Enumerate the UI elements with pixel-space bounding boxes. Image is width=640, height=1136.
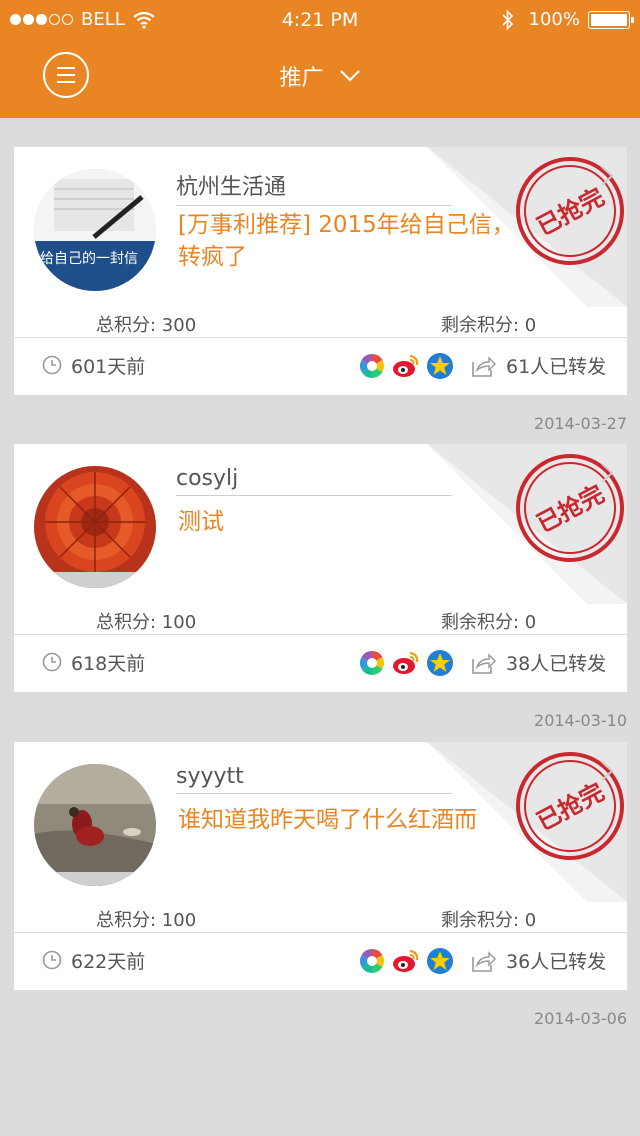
post-date: 2014-03-06 (534, 1009, 627, 1028)
qzone-icon[interactable] (426, 352, 454, 380)
forward-icon (472, 356, 496, 377)
share-icons (358, 352, 460, 380)
share-icons (358, 649, 460, 677)
avatar: 给自己的一封信 (34, 169, 156, 291)
divider (14, 932, 627, 933)
battery-icon (588, 10, 634, 29)
total-points: 总积分: 100 (96, 910, 197, 931)
post-description: 测试 (178, 509, 224, 535)
post-description: 谁知道我昨天喝了什么红酒而 (178, 807, 477, 833)
clock-icon (42, 950, 62, 970)
chevron-down-icon (339, 70, 360, 82)
weibo-icon[interactable] (392, 649, 420, 677)
remaining-points: 剩余积分: 0 (441, 612, 537, 633)
divider (14, 337, 627, 338)
weibo-icon[interactable] (392, 352, 420, 380)
post-date: 2014-03-10 (534, 711, 627, 730)
post-age: 618天前 (71, 653, 146, 675)
post-author: 杭州生活通 (176, 169, 452, 206)
nav-bar: 推广 (0, 40, 640, 118)
total-points: 总积分: 300 (96, 315, 197, 336)
bluetooth-icon (501, 9, 513, 30)
chevron-right-icon[interactable] (600, 760, 614, 782)
forward-icon (472, 951, 496, 972)
post-date: 2014-03-27 (534, 414, 627, 433)
avatar (34, 764, 156, 886)
forward-icon (472, 653, 496, 674)
total-points: 总积分: 100 (96, 612, 197, 633)
avatar-text: 给自己的一封信 (40, 251, 138, 267)
post-card[interactable]: 给自己的一封信 杭州生活通 [万事利推荐] 2015年给自己信，转疯了 已抢完 … (14, 147, 627, 395)
forward-count: 38人已转发 (506, 653, 607, 675)
avatar (34, 466, 156, 588)
post-age: 601天前 (71, 356, 146, 378)
wechat-moments-icon[interactable] (358, 947, 386, 975)
post-card[interactable]: syyytt 谁知道我昨天喝了什么红酒而 已抢完 总积分: 100 剩余积分: … (14, 742, 627, 990)
clock-icon (42, 652, 62, 672)
svg-text:已抢完: 已抢完 (532, 183, 609, 242)
divider (14, 634, 627, 635)
forward-count: 61人已转发 (506, 356, 607, 378)
qzone-icon[interactable] (426, 947, 454, 975)
status-right-group: 100% (501, 9, 634, 30)
status-bar: BELL 4:21 PM 100% (0, 0, 640, 40)
svg-text:已抢完: 已抢完 (532, 480, 609, 539)
clock-icon (42, 355, 62, 375)
remaining-points: 剩余积分: 0 (441, 315, 537, 336)
share-icons (358, 947, 460, 975)
post-card[interactable]: cosylj 测试 已抢完 总积分: 100 剩余积分: 0 618天前 38人… (14, 444, 627, 692)
nav-title-dropdown[interactable]: 推广 (0, 60, 640, 92)
svg-text:已抢完: 已抢完 (532, 778, 609, 837)
post-description: [万事利推荐] 2015年给自己信，转疯了 (178, 212, 515, 270)
chevron-right-icon[interactable] (600, 462, 614, 484)
post-author: cosylj (176, 466, 452, 496)
post-age: 622天前 (71, 951, 146, 973)
chevron-right-icon[interactable] (600, 165, 614, 187)
remaining-points: 剩余积分: 0 (441, 910, 537, 931)
forward-count: 36人已转发 (506, 951, 607, 973)
wechat-moments-icon[interactable] (358, 649, 386, 677)
wechat-moments-icon[interactable] (358, 352, 386, 380)
nav-title: 推广 (279, 66, 324, 91)
qzone-icon[interactable] (426, 649, 454, 677)
weibo-icon[interactable] (392, 947, 420, 975)
post-author: syyytt (176, 764, 452, 794)
battery-percent: 100% (528, 9, 580, 30)
